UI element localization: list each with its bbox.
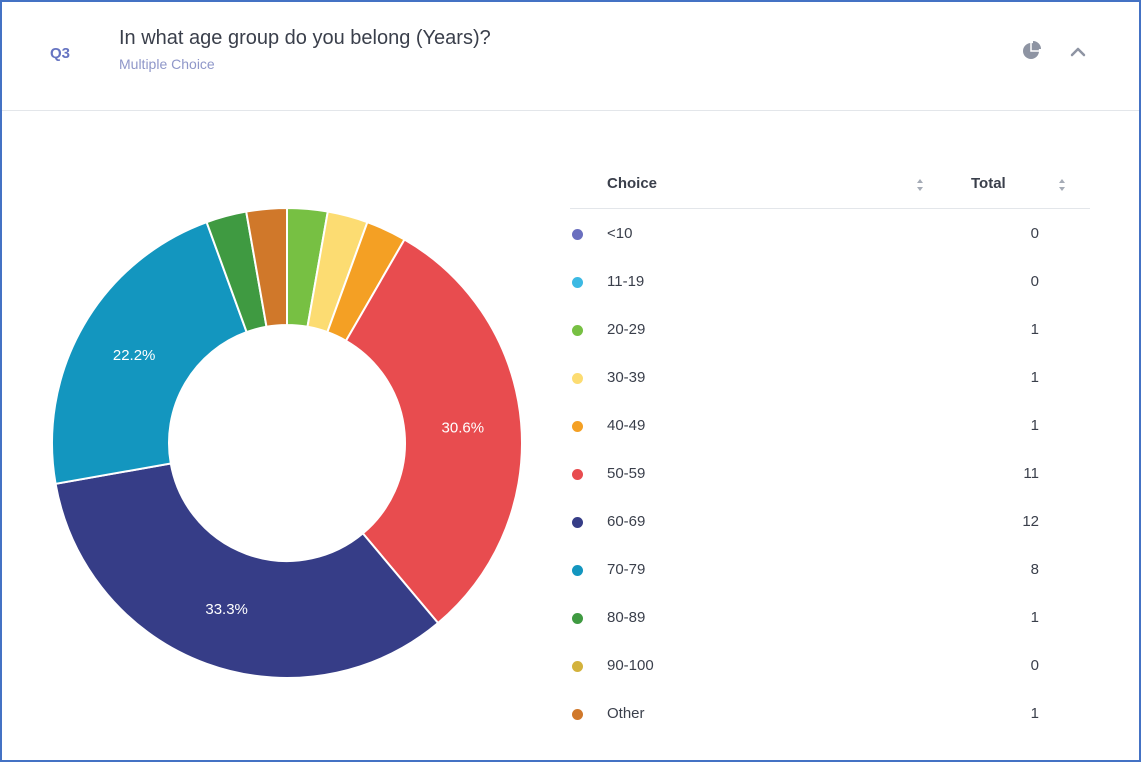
sort-icon[interactable] [1057,177,1067,193]
donut-slice-6069[interactable] [54,462,440,679]
choice-total: 1 [1030,705,1039,722]
data-label: 30.6% [442,420,485,437]
legend-dot [572,565,583,576]
pie-chart-icon[interactable] [1021,39,1043,61]
table-row: 80-89 1 [570,593,1090,641]
table-header: Choice Total [570,160,1090,209]
table-row: 40-49 1 [570,401,1090,449]
legend-dot [572,661,583,672]
legend-dot [572,613,583,624]
choice-total: 0 [1030,273,1039,290]
question-number: Q3 [50,45,71,62]
question-card: Q3 In what age group do you belong (Year… [0,0,1141,762]
sort-icon[interactable] [915,177,925,193]
legend-dot [572,517,583,528]
legend-dot [572,373,583,384]
table-row: 70-79 8 [570,545,1090,593]
question-title: In what age group do you belong (Years)? [119,27,491,49]
choice-label: <10 [607,225,633,242]
choice-label: 40-49 [607,417,646,434]
data-label: 22.2% [113,347,156,364]
table-row: 90-100 0 [570,641,1090,689]
chevron-up-icon[interactable] [1067,41,1089,63]
choice-total: 1 [1030,609,1039,626]
table-row: Other 1 [570,689,1090,737]
table-row: 60-69 12 [570,497,1090,545]
choice-label: Other [607,705,645,722]
legend-dot [572,709,583,720]
column-header-total[interactable]: Total [971,175,1006,192]
legend-dot [572,229,583,240]
choice-label: 90-100 [607,657,654,674]
choice-total: 11 [1023,465,1039,482]
table-row: 11-19 0 [570,257,1090,305]
choice-label: 80-89 [607,609,646,626]
choice-total: 1 [1030,369,1039,386]
table-row: 20-29 1 [570,305,1090,353]
legend-dot [572,277,583,288]
choice-label: 11-19 [607,273,645,290]
question-type: Multiple Choice [119,56,215,72]
choice-label: 60-69 [607,513,646,530]
table-row: 50-59 11 [570,449,1090,497]
choice-total: 8 [1030,561,1039,578]
table-row: <10 0 [570,209,1090,257]
legend-dot [572,421,583,432]
choice-total: 1 [1030,417,1039,434]
choice-label: 50-59 [607,465,646,482]
choice-total: 1 [1030,321,1039,338]
choice-label: 20-29 [607,321,646,338]
table-row: 30-39 1 [570,353,1090,401]
column-header-choice[interactable]: Choice [607,175,657,192]
table-body: <10 0 11-19 0 20-29 1 30-39 1 40-49 1 50-59 11 60-69… [570,209,1090,737]
choice-label: 30-39 [607,369,646,386]
donut-chart: 30.6% 33.3% 22.2% [42,198,532,688]
choice-table: Choice Total <10 0 11-19 0 20-29 1 30-39 1 40-49… [570,160,1090,737]
choice-total: 12 [1022,513,1039,530]
legend-dot [572,469,583,480]
choice-label: 70-79 [607,561,646,578]
choice-total: 0 [1030,657,1039,674]
data-label: 33.3% [205,601,248,618]
choice-total: 0 [1030,225,1039,242]
donut-chart-svg: 30.6% 33.3% 22.2% [51,206,523,679]
legend-dot [572,325,583,336]
question-header: Q3 In what age group do you belong (Year… [2,2,1139,111]
